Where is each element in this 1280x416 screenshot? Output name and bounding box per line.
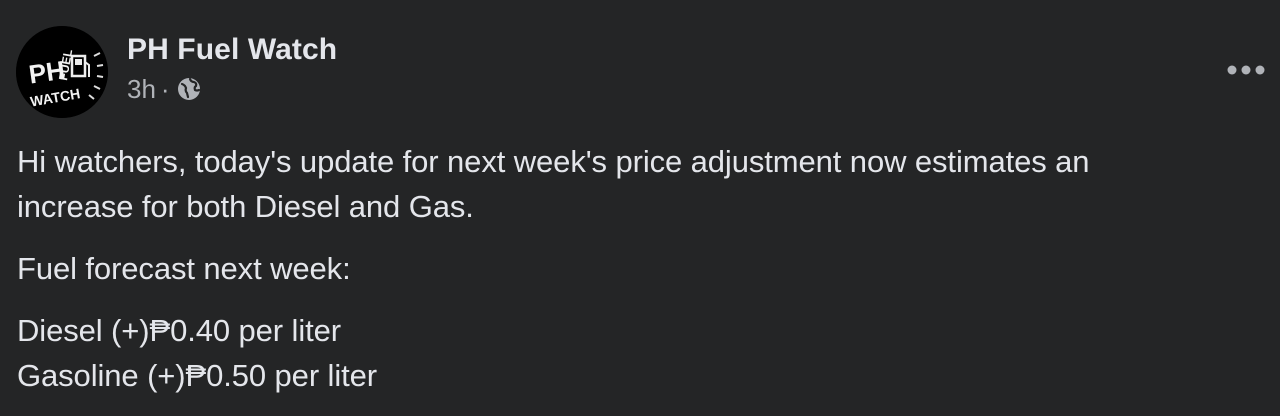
post-paragraph: Diesel (+)₱0.40 per liter Gasoline (+)₱0… [17, 308, 1247, 398]
more-options-button[interactable] [1224, 52, 1268, 88]
post-subline: 3h · [127, 74, 337, 104]
page-name-link[interactable]: PH Fuel Watch [127, 32, 337, 68]
post-header: PH FUEL WATCH PH Fuel Watch 3h · [16, 26, 337, 118]
post-text-line: Gasoline (+)₱0.50 per liter [17, 358, 378, 393]
avatar[interactable]: PH FUEL WATCH [16, 26, 108, 118]
post-text-line: Diesel (+)₱0.40 per liter [17, 313, 341, 348]
post-meta: PH Fuel Watch 3h · [127, 32, 337, 104]
post-timestamp[interactable]: 3h [127, 74, 156, 104]
post-text-line: Fuel forecast next week: [17, 251, 351, 286]
globe-icon[interactable] [176, 76, 202, 102]
separator-dot: · [160, 74, 170, 104]
post-text-line: Hi watchers, today's update for next wee… [17, 144, 1090, 179]
more-horizontal-icon [1227, 65, 1265, 75]
post-paragraph: Hi watchers, today's update for next wee… [17, 139, 1247, 229]
post-text-line: increase for both Diesel and Gas. [17, 189, 474, 224]
ph-fuel-watch-logo-icon: PH FUEL WATCH [16, 26, 108, 118]
post-paragraph: Fuel forecast next week: [17, 246, 1247, 291]
post-card: PH FUEL WATCH PH Fuel Watch 3h · Hi watc… [0, 0, 1280, 416]
post-body: Hi watchers, today's update for next wee… [17, 139, 1247, 398]
